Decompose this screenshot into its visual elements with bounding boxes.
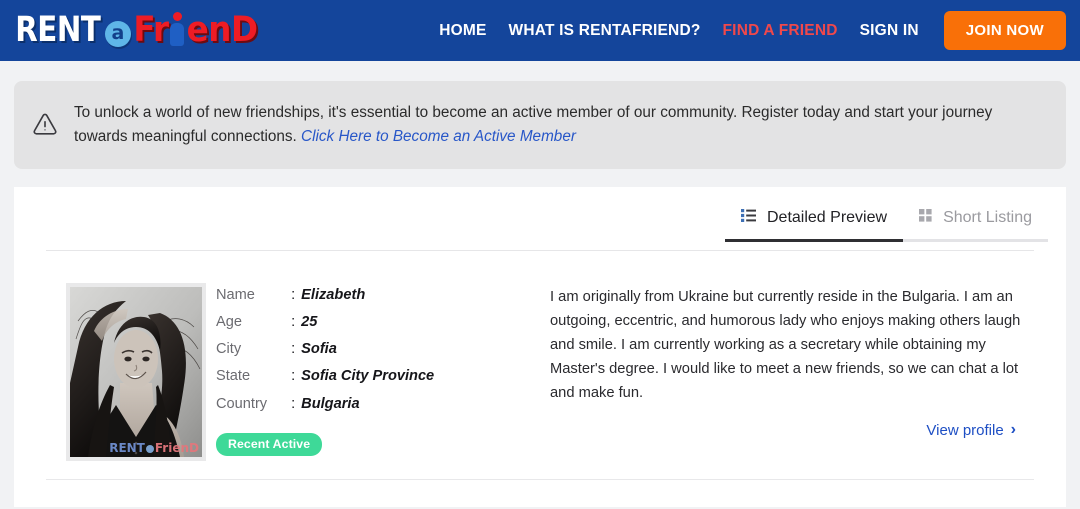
field-label-country: Country — [216, 395, 268, 412]
tab-detailed-preview[interactable]: Detailed Preview — [725, 201, 904, 242]
profile-row: RENT Fri enD Name : Elizabeth Age: 25 C… — [32, 251, 1048, 479]
watermark-part-end: enD — [172, 441, 199, 455]
grid-icon — [919, 209, 932, 227]
field-value-name: Elizabeth — [301, 287, 366, 303]
field-value-country: Bulgaria — [301, 395, 360, 412]
field-label-city: City — [216, 341, 242, 358]
logo-text: RENT a Fr enD — [12, 10, 260, 50]
tabs-row: Detailed Preview Short Listing — [32, 187, 1048, 242]
site-logo[interactable]: RENT a Fr enD — [12, 8, 260, 54]
nav-item-find-a-friend[interactable]: FIND A FRIEND — [712, 14, 849, 48]
field-value-state: Sofia City Province — [301, 368, 435, 385]
nav-item-what-is-rentafriend[interactable]: WHAT IS RENTAFRIEND? — [498, 14, 712, 48]
profile-photo-frame[interactable]: RENT Fri enD — [66, 283, 206, 461]
field-separator-name: : — [291, 287, 296, 303]
chevron-right-icon: › — [1010, 421, 1016, 439]
warning-triangle-icon — [32, 112, 58, 138]
watermark-part-rent: RENT — [109, 441, 145, 455]
logo-person-icon — [169, 11, 184, 46]
view-mode-tabs: Detailed Preview Short Listing — [725, 201, 1048, 242]
watermark-dot-icon — [145, 445, 154, 453]
profile-photo-column: RENT Fri enD — [46, 283, 206, 461]
table-row: State : Sofia City Province — [216, 366, 434, 393]
logo-part-rent: RENT — [15, 10, 101, 50]
watermark-part-fri: Fri — [154, 441, 173, 455]
table-row: City : Sofia — [216, 339, 434, 366]
profile-description-column: I am originally from Ukraine but current… — [536, 283, 1034, 461]
view-profile-link[interactable]: View profile › — [926, 422, 1016, 439]
nav-item-home[interactable]: HOME — [428, 14, 497, 48]
tab-short-listing-label: Short Listing — [943, 209, 1032, 226]
field-separator-country: : — [291, 395, 296, 412]
status-badge: Recent Active — [216, 432, 323, 456]
field-value-city: Sofia — [301, 341, 337, 358]
field-separator-state: : — [291, 368, 296, 385]
alert-banner-wrapper: To unlock a world of new friendships, it… — [0, 61, 1080, 169]
alert-banner: To unlock a world of new friendships, it… — [14, 81, 1066, 169]
profile-description: I am originally from Ukraine but current… — [550, 289, 1021, 402]
tab-short-listing[interactable]: Short Listing — [903, 201, 1048, 242]
profile-info-column: Name : Elizabeth Age : 25 City : Sofia S… — [206, 283, 536, 461]
site-header: RENT a Fr enD HOME WHAT IS RENTAFRIEND? … — [0, 0, 1080, 61]
nav-item-sign-in[interactable]: SIGN IN — [849, 14, 930, 48]
field-label-name: Name — [216, 287, 255, 303]
table-row: Name : Elizabeth — [216, 285, 434, 312]
field-value-age: 25 — [301, 314, 318, 331]
field-label-state: State — [216, 368, 251, 385]
logo-a-circle: a — [104, 20, 131, 47]
profile-bottom-divider — [46, 479, 1034, 480]
table-row: Country : Bulgaria — [216, 394, 434, 421]
main-navigation: HOME WHAT IS RENTAFRIEND? FIND A FRIEND … — [428, 11, 1080, 50]
field-separator-age: : — [291, 314, 296, 331]
join-now-button[interactable]: JOIN NOW — [943, 11, 1066, 50]
logo-part-end: enD — [186, 10, 258, 50]
listing-card: Detailed Preview Short Listing RENT Fri … — [14, 187, 1066, 507]
profile-info-table: Name : Elizabeth Age : 25 City : Sofia S… — [216, 285, 434, 421]
field-separator-city: : — [291, 341, 296, 358]
view-profile-wrapper: View profile › — [550, 422, 1022, 440]
photo-watermark: RENT Fri enD — [109, 442, 199, 454]
view-profile-label: View profile — [926, 421, 1004, 439]
profile-photo[interactable]: RENT Fri enD — [70, 287, 202, 457]
alert-banner-text: To unlock a world of new friendships, it… — [74, 101, 1044, 148]
table-row: Age : 25 — [216, 312, 434, 339]
become-active-member-link[interactable]: Click Here to Become an Active Member — [301, 128, 576, 145]
tab-detailed-preview-label: Detailed Preview — [767, 209, 888, 226]
logo-part-fr: Fr — [132, 10, 169, 50]
list-icon — [741, 209, 756, 227]
field-label-age: Age — [216, 314, 242, 331]
